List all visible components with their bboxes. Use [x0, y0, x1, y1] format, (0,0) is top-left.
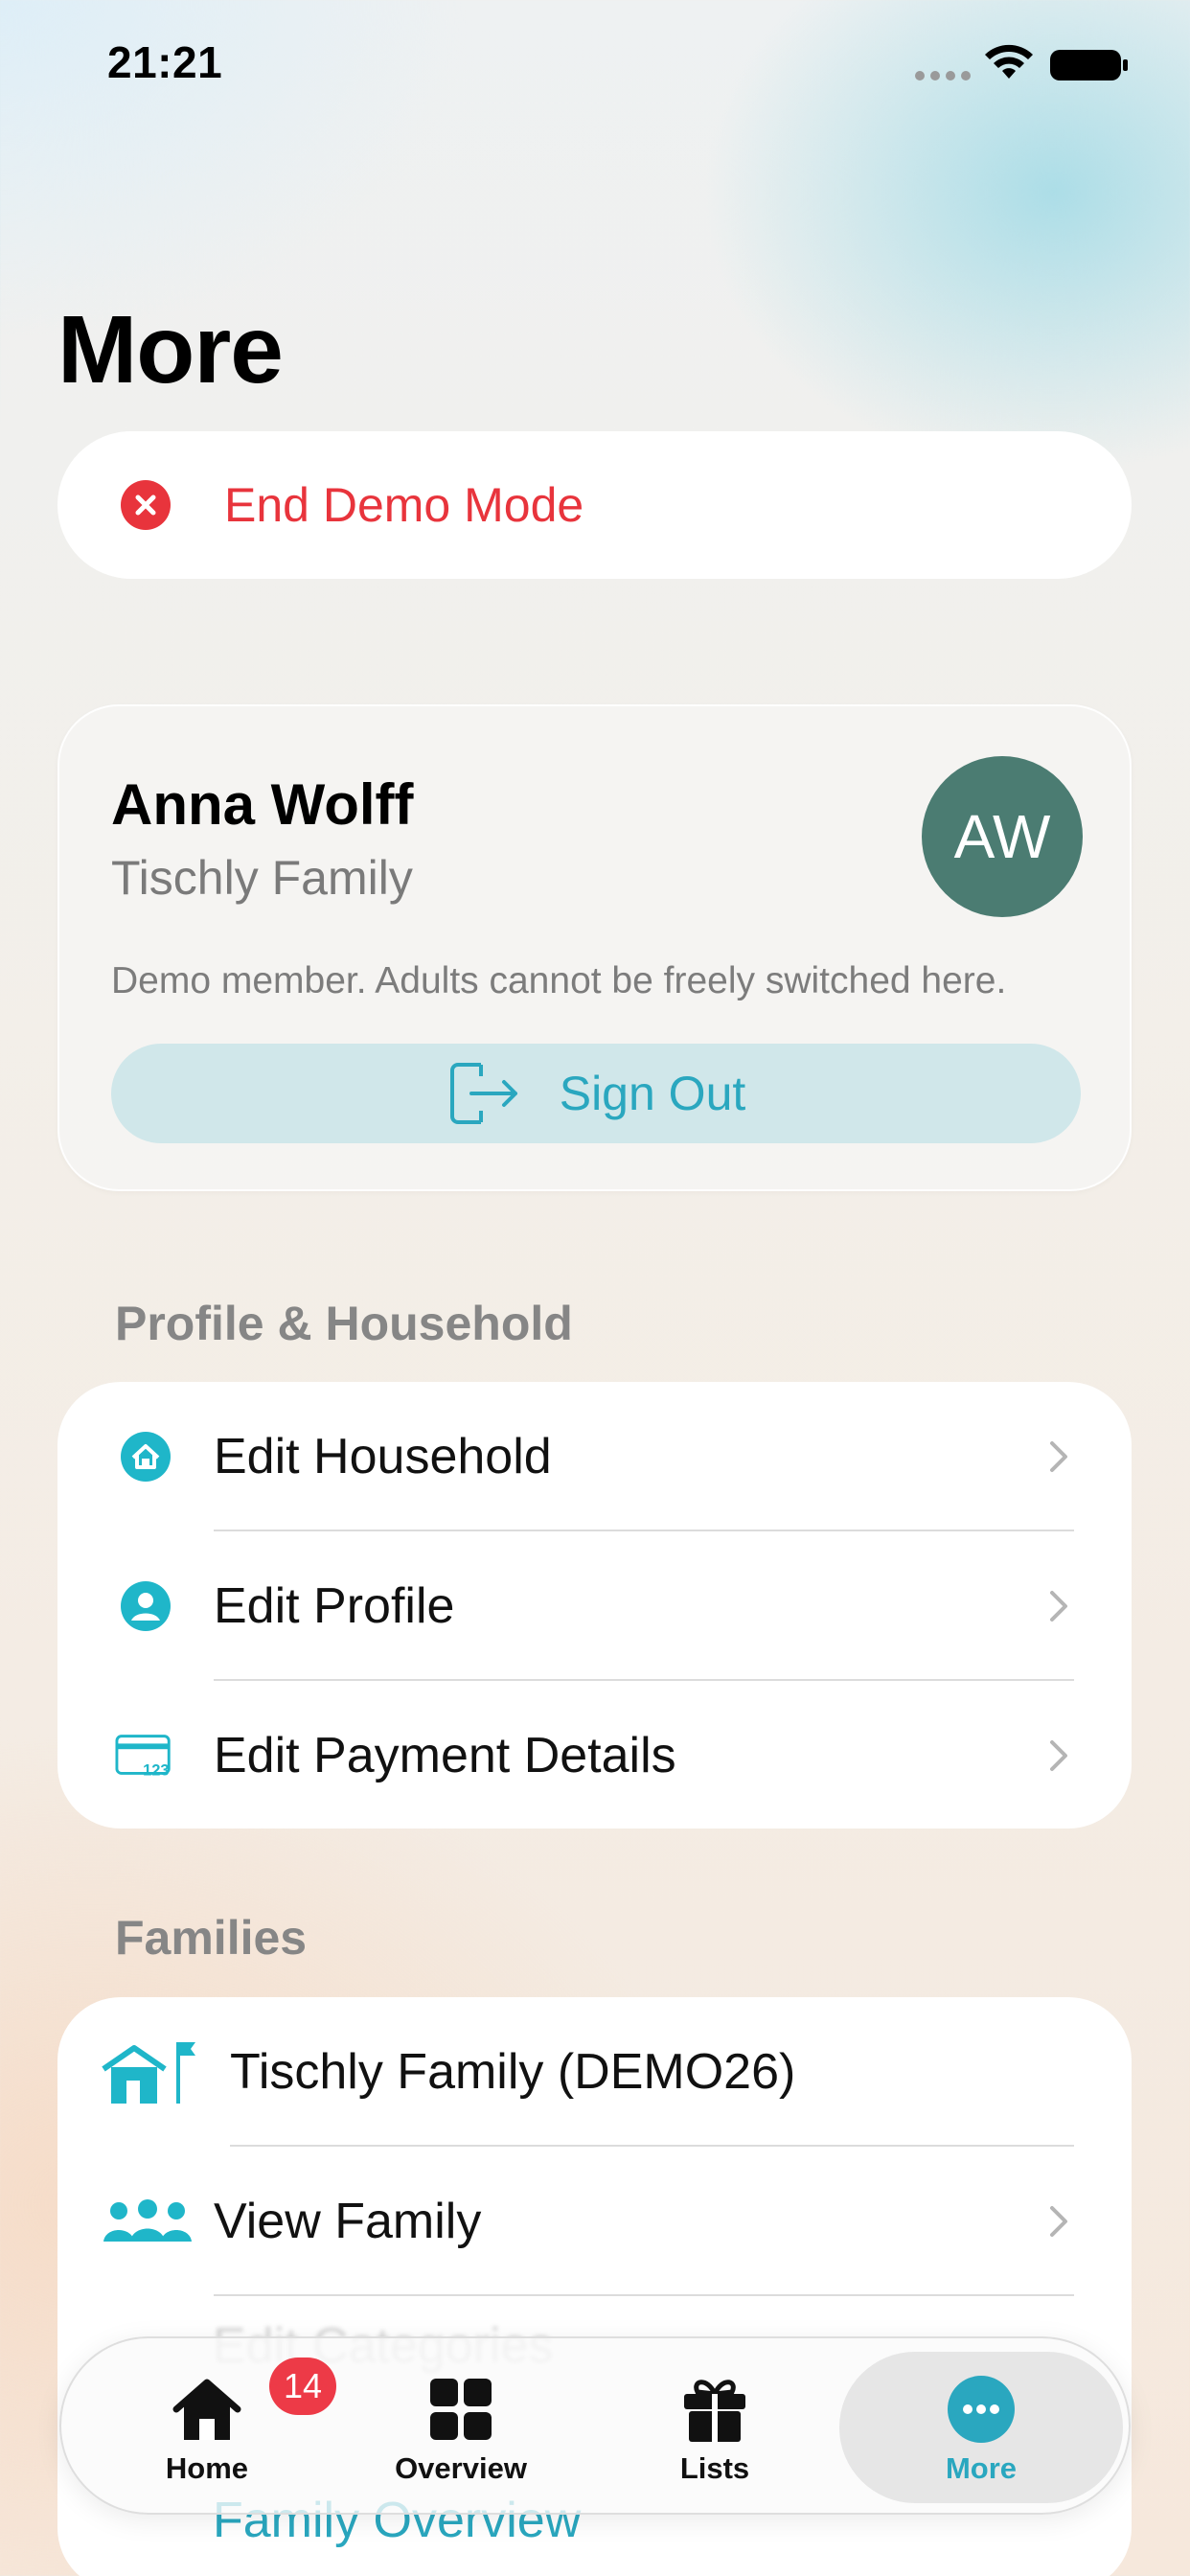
- sign-out-label: Sign Out: [559, 1067, 746, 1120]
- tab-overview[interactable]: Overview: [336, 2338, 585, 2517]
- end-demo-button[interactable]: End Demo Mode: [57, 431, 1132, 579]
- end-demo-label: End Demo Mode: [224, 478, 584, 532]
- current-family-row: Tischly Family (DEMO26): [57, 1997, 1132, 2147]
- tab-home[interactable]: Home 14: [82, 2338, 336, 2517]
- edit-household-row[interactable]: Edit Household: [57, 1382, 1132, 1531]
- tab-more-label: More: [945, 2451, 1018, 2485]
- divider: [214, 2294, 1074, 2296]
- edit-household-label: Edit Household: [214, 1429, 552, 1484]
- close-circle-icon: [121, 480, 171, 530]
- ellipsis-circle-icon: [948, 2376, 1015, 2443]
- person-circle-icon: [115, 1576, 176, 1637]
- tab-lists-label: Lists: [679, 2451, 750, 2485]
- house-icon: [172, 2379, 241, 2440]
- notification-badge: 14: [269, 2358, 336, 2415]
- view-family-label: View Family: [214, 2194, 482, 2249]
- grid-icon: [430, 2379, 492, 2440]
- profile-household-list: Edit Household Edit Profile 123 Edit Pay…: [57, 1382, 1132, 1828]
- chevron-right-icon: [1050, 1441, 1067, 1472]
- house-circle-icon: [115, 1426, 176, 1487]
- edit-profile-row[interactable]: Edit Profile: [57, 1531, 1132, 1681]
- status-time: 21:21: [107, 37, 223, 87]
- sign-out-button[interactable]: Sign Out: [111, 1044, 1081, 1143]
- chevron-right-icon: [1050, 2206, 1067, 2237]
- tab-bar: Home 14 Overview Lists More: [59, 2336, 1131, 2515]
- status-bar: 21:21: [0, 0, 1190, 134]
- people-icon: [100, 2191, 195, 2252]
- svg-text:123: 123: [143, 1761, 169, 1779]
- tab-more[interactable]: More: [857, 2338, 1106, 2517]
- avatar: AW: [922, 756, 1083, 917]
- profile-note: Demo member. Adults cannot be freely swi…: [111, 960, 1007, 1001]
- profile-card: Anna Wolff Tischly Family AW Demo member…: [57, 704, 1132, 1191]
- tab-home-label: Home: [165, 2451, 249, 2485]
- edit-payment-label: Edit Payment Details: [214, 1728, 676, 1783]
- house-flag-icon: [100, 2041, 195, 2104]
- profile-family: Tischly Family: [111, 851, 413, 905]
- section-header-families: Families: [115, 1911, 308, 1965]
- tab-overview-label: Overview: [395, 2451, 527, 2485]
- page-title: More: [57, 296, 284, 403]
- edit-payment-row[interactable]: 123 Edit Payment Details: [57, 1681, 1132, 1828]
- cellular-signal-icon: [915, 71, 973, 80]
- avatar-initials: AW: [953, 802, 1051, 871]
- edit-profile-label: Edit Profile: [214, 1578, 455, 1634]
- gift-icon: [684, 2380, 745, 2442]
- tab-lists[interactable]: Lists: [590, 2338, 839, 2517]
- sign-out-icon: [449, 1063, 517, 1124]
- chevron-right-icon: [1050, 1740, 1067, 1771]
- profile-name: Anna Wolff: [111, 772, 414, 837]
- credit-card-icon: 123: [115, 1725, 176, 1786]
- battery-icon: [1050, 50, 1128, 80]
- wifi-icon: [985, 44, 1033, 79]
- chevron-right-icon: [1050, 1591, 1067, 1622]
- section-header-profile-household: Profile & Household: [115, 1297, 573, 1350]
- view-family-row[interactable]: View Family: [57, 2147, 1132, 2296]
- current-family-label: Tischly Family (DEMO26): [230, 2044, 796, 2100]
